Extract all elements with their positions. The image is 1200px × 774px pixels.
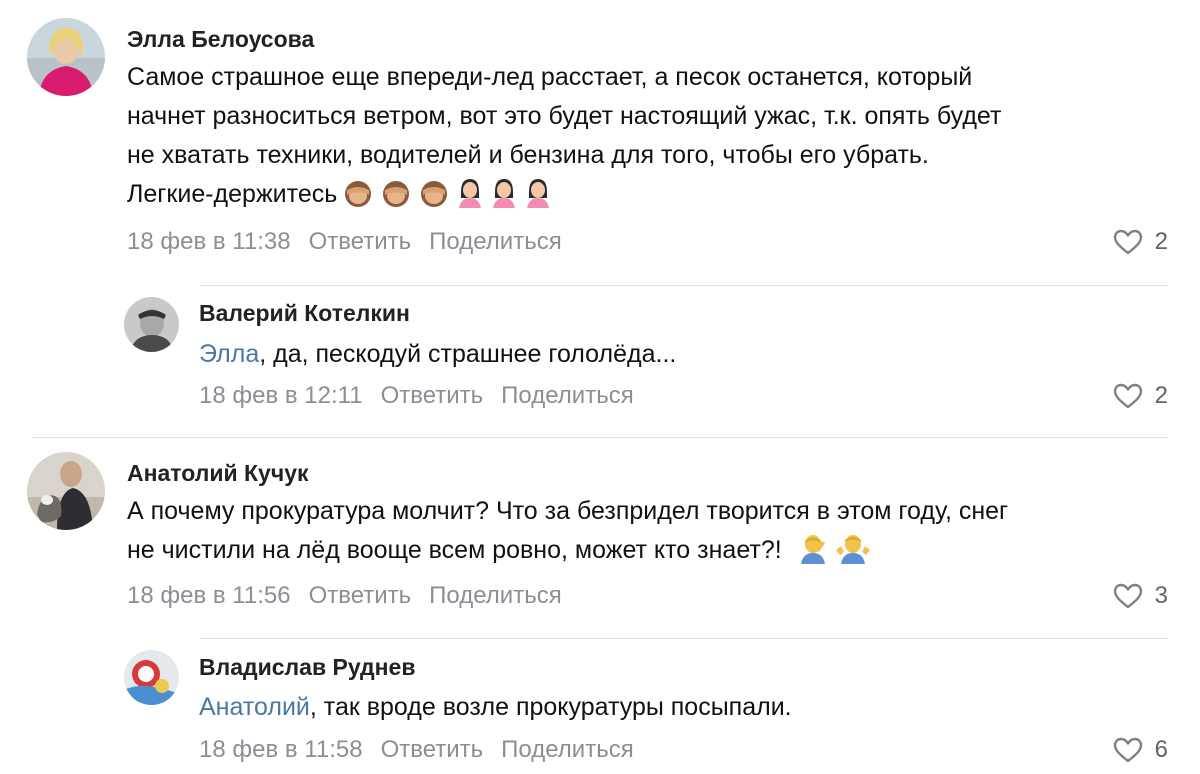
like-count: 2 — [1154, 228, 1168, 255]
comment-meta: 18 фев в 12:11 Ответить Поделиться — [199, 382, 634, 410]
comment-date[interactable]: 18 фев в 11:56 — [127, 582, 291, 609]
like-count: 6 — [1154, 736, 1168, 763]
comment-text-line: не чистили на лёд вооще всем ровно, може… — [127, 536, 782, 564]
comment-date[interactable]: 18 фев в 12:11 — [199, 382, 363, 409]
comment-author[interactable]: Элла Белоусова — [127, 26, 314, 53]
person-girl-icon — [489, 176, 519, 220]
comment-meta: 18 фев в 11:56 Ответить Поделиться — [127, 582, 562, 610]
comment-text-line-with-emoji: Легкие-держитесь — [127, 175, 1001, 214]
divider — [200, 638, 1168, 639]
comment-author[interactable]: Валерий Котелкин — [199, 300, 410, 327]
see-no-evil-monkey-icon — [341, 178, 375, 220]
person-facepalming-icon — [796, 532, 830, 576]
like-button[interactable]: 6 — [1113, 736, 1168, 764]
share-button[interactable]: Поделиться — [501, 736, 634, 763]
comment-date[interactable]: 18 фев в 11:38 — [127, 228, 291, 255]
comment-date[interactable]: 18 фев в 11:58 — [199, 736, 363, 763]
like-button[interactable]: 3 — [1113, 582, 1168, 610]
person-girl-icon — [523, 176, 553, 220]
reply-button[interactable]: Ответить — [381, 736, 484, 763]
comment-text-body: , так вроде возле прокуратуры посыпали. — [309, 693, 792, 721]
comment-text-line-with-emoji: не чистили на лёд вооще всем ровно, може… — [127, 531, 1008, 570]
avatar[interactable] — [124, 297, 179, 352]
person-shrugging-icon — [834, 532, 872, 576]
like-button[interactable]: 2 — [1113, 382, 1168, 410]
reply-button[interactable]: Ответить — [309, 582, 412, 609]
comment-meta: 18 фев в 11:58 Ответить Поделиться — [199, 736, 634, 764]
comment-text-line: начнет разноситься ветром, вот это будет… — [127, 102, 1002, 130]
comment-text: А почему прокуратура молчит? Что за безп… — [127, 492, 1008, 570]
comment-text-line: Легкие-держитесь — [127, 180, 338, 208]
see-no-evil-monkey-icon — [379, 178, 413, 220]
like-count: 3 — [1154, 582, 1168, 609]
like-count: 2 — [1154, 382, 1168, 409]
like-button[interactable]: 2 — [1113, 228, 1168, 256]
reply-button[interactable]: Ответить — [381, 382, 484, 409]
mention-link[interactable]: Элла — [199, 340, 259, 368]
divider — [200, 285, 1168, 286]
heart-icon — [1113, 383, 1142, 409]
heart-icon — [1113, 583, 1142, 609]
avatar[interactable] — [27, 18, 105, 96]
person-girl-icon — [455, 176, 485, 220]
comment-text: Самое страшное еще впереди-лед расстает,… — [127, 58, 1001, 214]
comment-author[interactable]: Анатолий Кучук — [127, 460, 309, 487]
divider — [32, 437, 1168, 438]
mention-link[interactable]: Анатолий — [199, 693, 310, 721]
heart-icon — [1113, 737, 1142, 763]
comment-author[interactable]: Владислав Руднев — [199, 654, 415, 681]
share-button[interactable]: Поделиться — [429, 228, 562, 255]
comment-text: Элла, да, пескодуй страшнее гололёда... — [199, 335, 676, 374]
comment-text-body: , да, пескодуй страшнее гололёда... — [259, 340, 677, 368]
reply-button[interactable]: Ответить — [309, 228, 412, 255]
share-button[interactable]: Поделиться — [501, 382, 634, 409]
see-no-evil-monkey-icon — [417, 178, 451, 220]
comment-text-line: не хватать техники, водителей и бензина … — [127, 141, 929, 169]
comment-text: Анатолий, так вроде возле прокуратуры по… — [199, 688, 792, 727]
comment-text-line: А почему прокуратура молчит? Что за безп… — [127, 497, 1009, 525]
avatar[interactable] — [27, 452, 105, 530]
comment-meta: 18 фев в 11:38 Ответить Поделиться — [127, 228, 562, 256]
share-button[interactable]: Поделиться — [429, 582, 562, 609]
avatar[interactable] — [124, 650, 179, 705]
comment-text-line: Самое страшное еще впереди-лед расстает,… — [127, 63, 973, 91]
heart-icon — [1113, 229, 1142, 255]
